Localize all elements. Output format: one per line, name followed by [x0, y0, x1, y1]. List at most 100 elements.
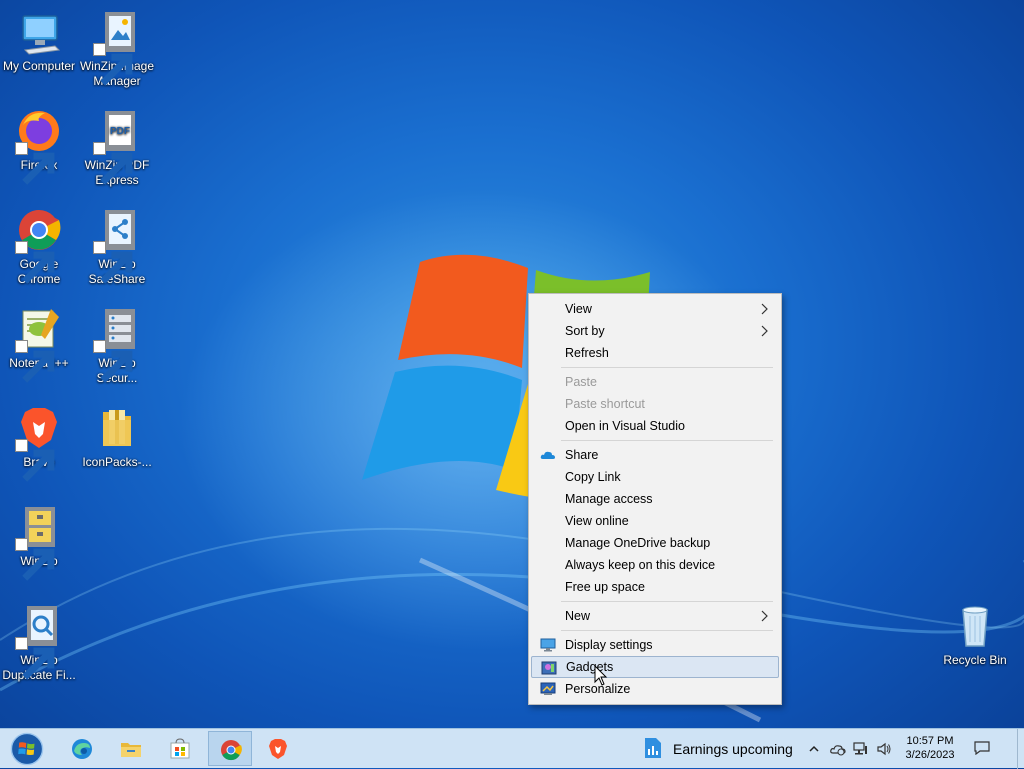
brave-icon [269, 739, 287, 759]
desktop-icon-winzip-safeshare[interactable]: WinZip SafeShare [78, 206, 156, 287]
winzip-duplicate-icon [15, 602, 63, 680]
volume-icon[interactable] [876, 742, 892, 756]
taskbar-brave-button[interactable] [256, 731, 300, 766]
menu-item-label: Display settings [565, 638, 653, 652]
show-hidden-icons-chevron-icon[interactable] [806, 742, 822, 756]
news-label: Earnings upcoming [673, 741, 793, 757]
menu-item-label: View online [565, 514, 629, 528]
menu-item-new[interactable]: New [531, 605, 779, 627]
shortcut-arrow-icon [93, 43, 133, 86]
desktop-icon-my-computer[interactable]: My Computer [0, 8, 78, 74]
menu-item-paste: Paste [531, 371, 779, 393]
network-icon[interactable] [852, 742, 868, 756]
menu-item-label: Sort by [565, 324, 605, 338]
winzip-pdf-icon: PDF [93, 107, 141, 185]
menu-item-label: New [565, 609, 591, 623]
taskbar: Earnings upcoming 10:57 PM 3/26/2023 [0, 728, 1024, 769]
windows-start-orb-icon [10, 732, 44, 766]
desktop-icon-winzip-pdf-express[interactable]: PDF WinZip PDF Express [78, 107, 156, 188]
store-icon [170, 738, 190, 759]
menu-item-label: Open in Visual Studio [565, 419, 685, 433]
desktop-icon-label: My Computer [2, 59, 76, 73]
taskbar-store-button[interactable] [158, 731, 202, 766]
menu-item-free-up-space[interactable]: Free up space [531, 576, 779, 598]
menu-separator [561, 601, 773, 602]
display-icon [540, 638, 556, 652]
firefox-icon [15, 107, 63, 185]
shortcut-arrow-icon [93, 142, 133, 185]
menu-item-always-keep-on-device[interactable]: Always keep on this device [531, 554, 779, 576]
menu-item-view-online[interactable]: View online [531, 510, 779, 532]
desktop-icon-brave[interactable]: Brave [0, 404, 78, 482]
chrome-icon [221, 740, 242, 761]
recycle-bin-icon [951, 602, 999, 650]
onedrive-cloud-icon [540, 451, 555, 459]
desktop-icon-notepadpp[interactable]: Notepad++ [0, 305, 78, 383]
shortcut-arrow-icon [15, 241, 55, 284]
menu-item-display-settings[interactable]: Display settings [531, 634, 779, 656]
menu-item-label: Free up space [565, 580, 645, 594]
menu-item-label: Manage access [565, 492, 653, 506]
shortcut-arrow-icon [15, 340, 55, 383]
menu-item-label: Paste [565, 375, 597, 389]
chevron-right-icon [761, 325, 768, 337]
clock-time: 10:57 PM [906, 735, 954, 747]
chevron-right-icon [761, 303, 768, 315]
menu-item-paste-shortcut: Paste shortcut [531, 393, 779, 415]
menu-item-share[interactable]: Share [531, 444, 779, 466]
start-button[interactable] [4, 731, 50, 766]
winzip-secure-icon [93, 305, 141, 383]
menu-item-manage-onedrive-backup[interactable]: Manage OneDrive backup [531, 532, 779, 554]
menu-item-open-in-visual-studio[interactable]: Open in Visual Studio [531, 415, 779, 437]
news-chart-icon [645, 738, 661, 758]
menu-item-copy-link[interactable]: Copy Link [531, 466, 779, 488]
shortcut-arrow-icon [93, 241, 133, 284]
menu-item-label: View [565, 302, 592, 316]
desktop-icon-winzip-duplicate-finder[interactable]: WinZip Duplicate Fi... [0, 602, 78, 683]
menu-item-gadgets[interactable]: Gadgets [531, 656, 779, 678]
taskbar-edge-button[interactable] [60, 731, 104, 766]
folder-icon [93, 404, 141, 452]
gadgets-icon [541, 661, 557, 675]
desktop-icon-firefox[interactable]: Firefox [0, 107, 78, 185]
menu-item-refresh[interactable]: Refresh [531, 342, 779, 364]
desktop-icon-iconpacks[interactable]: IconPacks-... [78, 404, 156, 470]
show-desktop-button[interactable] [1017, 729, 1024, 769]
personalize-icon [540, 682, 556, 695]
notifications-icon[interactable] [974, 741, 990, 755]
shortcut-arrow-icon [15, 637, 55, 680]
desktop-icon-winzip-image-manager[interactable]: WinZip Image Manager [78, 8, 156, 89]
taskbar-chrome-button[interactable] [208, 731, 252, 766]
onedrive-sync-icon[interactable] [830, 742, 846, 756]
news-widget[interactable]: Earnings upcoming [640, 729, 800, 769]
desktop-icon-winzip-secure[interactable]: WinZip Secur... [78, 305, 156, 386]
desktop-context-menu: View Sort by Refresh Paste Paste shortcu… [528, 293, 782, 705]
menu-item-manage-access[interactable]: Manage access [531, 488, 779, 510]
menu-separator [561, 440, 773, 441]
brave-icon [15, 404, 63, 482]
desktop-icon-winzip[interactable]: WinZip [0, 503, 78, 581]
chevron-right-icon [761, 610, 768, 622]
desktop-icon-recycle-bin[interactable]: Recycle Bin [936, 602, 1014, 668]
shortcut-arrow-icon [93, 340, 133, 383]
file-explorer-icon [121, 743, 141, 757]
svg-text:PDF: PDF [110, 126, 130, 137]
menu-item-view[interactable]: View [531, 298, 779, 320]
menu-item-sort-by[interactable]: Sort by [531, 320, 779, 342]
menu-item-personalize[interactable]: Personalize [531, 678, 779, 700]
chrome-icon [15, 206, 63, 284]
mouse-cursor-icon [594, 665, 608, 686]
shortcut-arrow-icon [15, 142, 55, 185]
winzip-safeshare-icon [93, 206, 141, 284]
taskbar-file-explorer-button[interactable] [109, 731, 153, 766]
menu-item-label: Manage OneDrive backup [565, 536, 711, 550]
winzip-icon [15, 503, 63, 581]
clock[interactable]: 10:57 PM 3/26/2023 [900, 734, 960, 762]
menu-item-label: Copy Link [565, 470, 621, 484]
menu-separator [561, 630, 773, 631]
shortcut-arrow-icon [15, 538, 55, 581]
desktop-icon-google-chrome[interactable]: Google Chrome [0, 206, 78, 287]
menu-item-label: Always keep on this device [565, 558, 716, 572]
menu-item-label: Share [565, 448, 599, 462]
menu-item-label: Paste shortcut [565, 397, 645, 411]
